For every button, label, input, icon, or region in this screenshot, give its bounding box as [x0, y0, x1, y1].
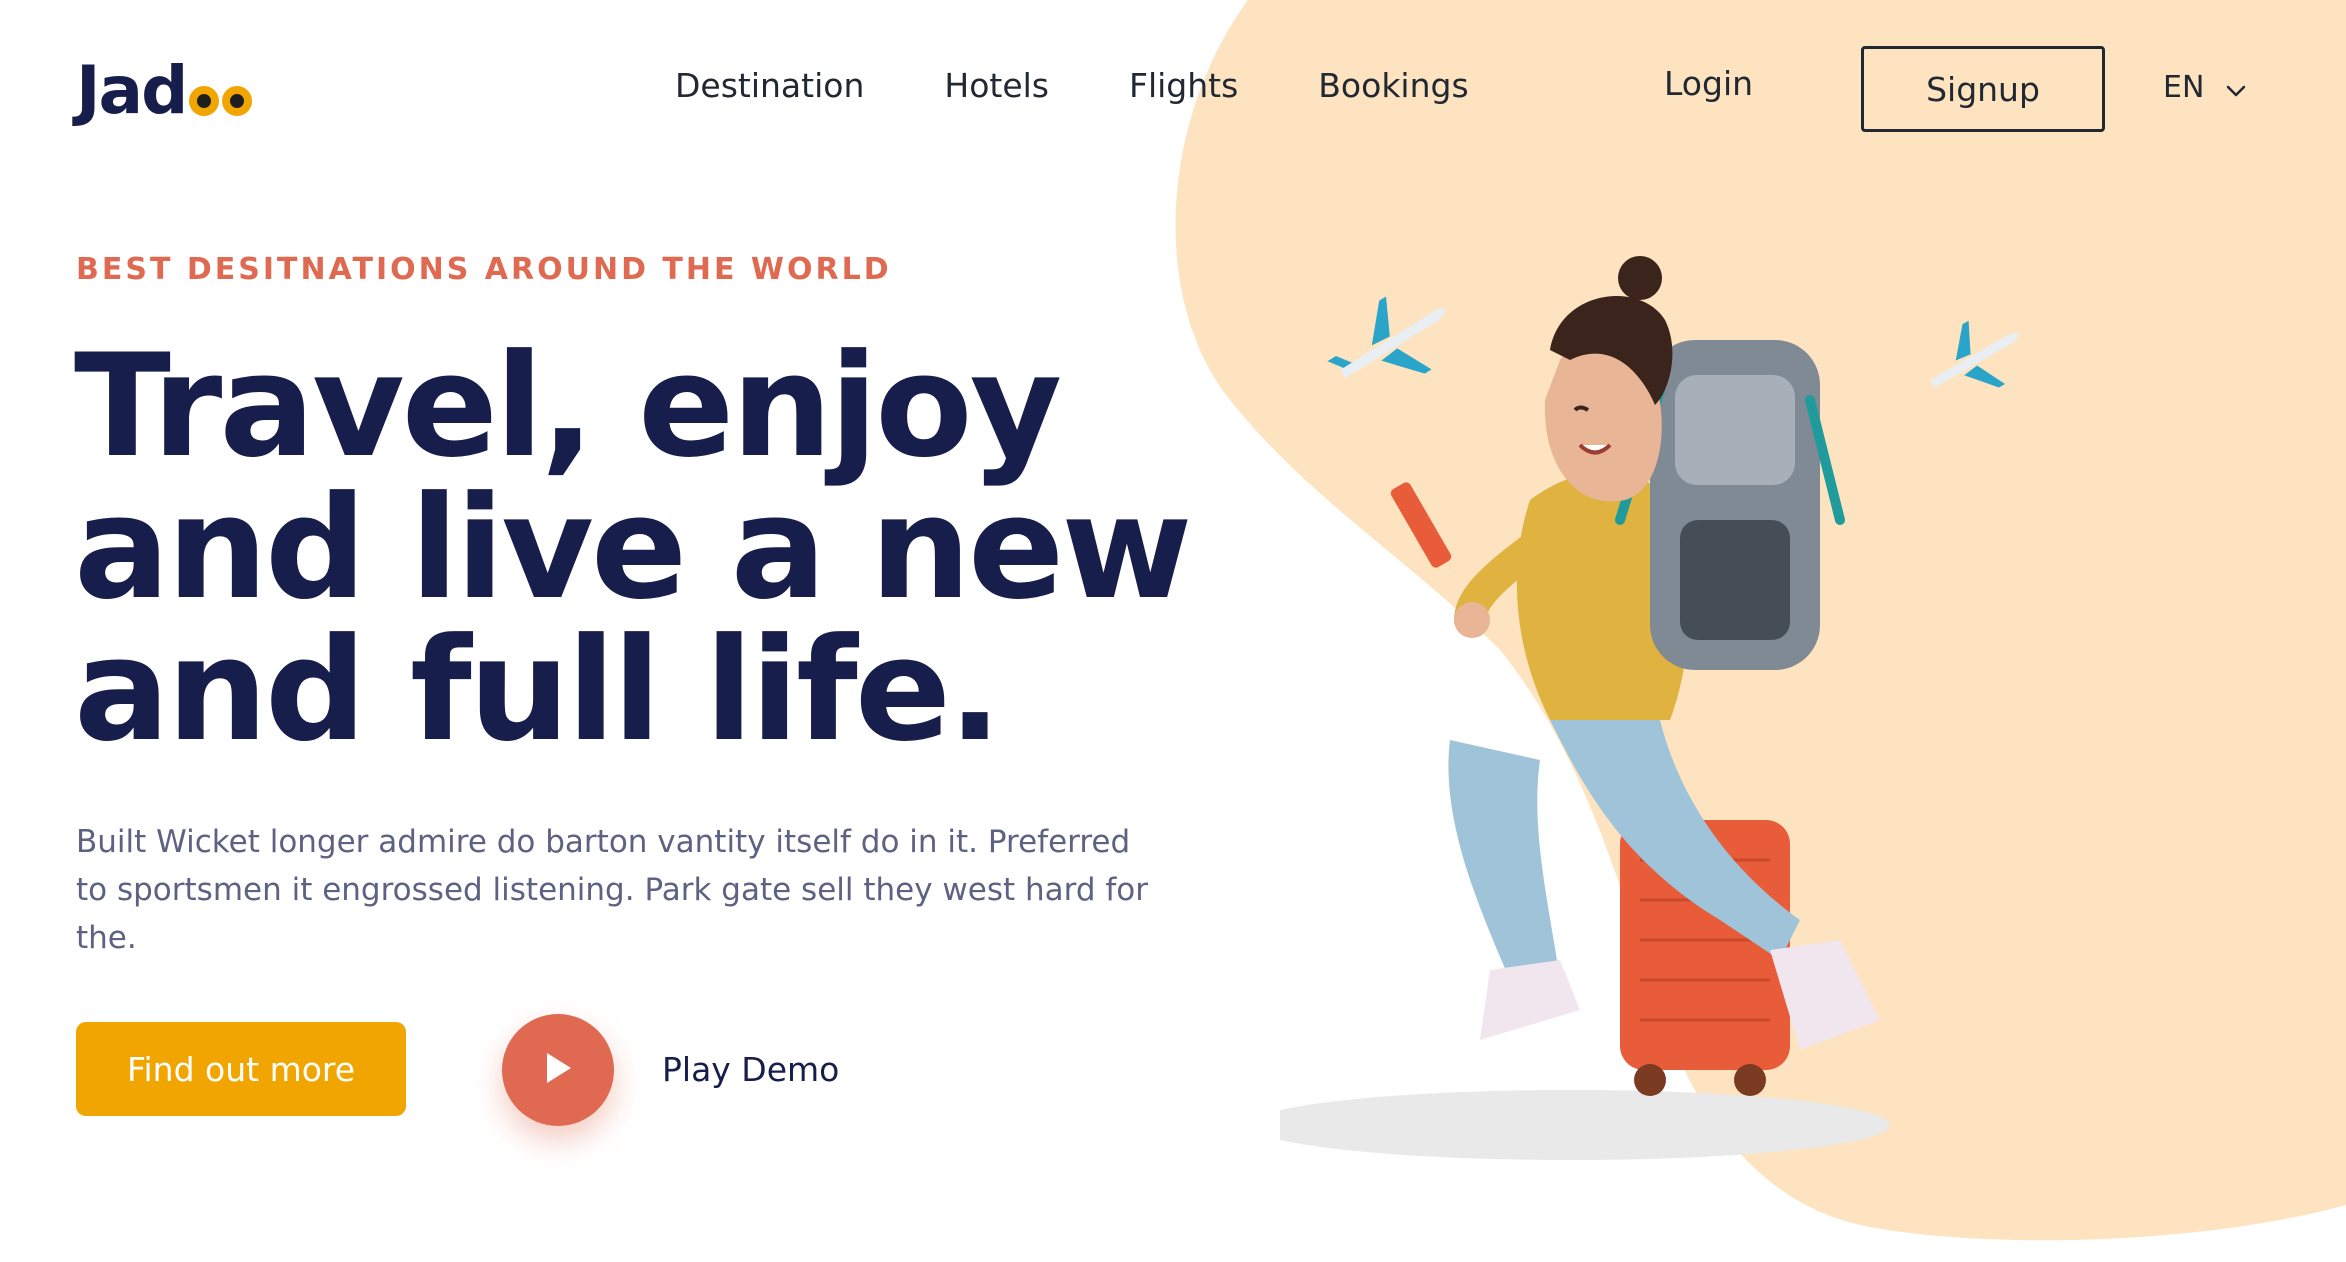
- hero-headline: Travel, enjoy and live a new and full li…: [74, 324, 1193, 773]
- main-nav: Destination Hotels Flights Bookings: [675, 66, 1549, 105]
- play-icon: [541, 1049, 575, 1091]
- hero-description: Built Wicket longer admire do barton van…: [76, 824, 1149, 956]
- nav-item-flights[interactable]: Flights: [1129, 66, 1238, 105]
- signup-button[interactable]: Signup: [1861, 46, 2105, 132]
- find-out-more-button[interactable]: Find out more: [76, 1022, 406, 1116]
- traveler-illustration: [1280, 256, 2019, 1160]
- play-demo-label[interactable]: Play Demo: [662, 1050, 839, 1089]
- airplane-icon: [1327, 296, 1446, 379]
- language-selector[interactable]: EN: [2163, 70, 2246, 105]
- hero-eyebrow: BEST DESITNATIONS AROUND THE WORLD: [76, 252, 892, 287]
- play-demo-button[interactable]: [502, 1014, 614, 1126]
- airplane-icon: [1930, 320, 2019, 388]
- logo-text: Jad: [76, 52, 188, 129]
- nav-item-hotels[interactable]: Hotels: [944, 66, 1049, 105]
- nav-item-destination[interactable]: Destination: [675, 66, 864, 105]
- language-label: EN: [2163, 70, 2205, 105]
- login-link[interactable]: Login: [1664, 64, 1753, 103]
- logo-o-icon: [189, 85, 220, 116]
- chevron-down-icon: [2226, 70, 2246, 105]
- nav-item-bookings[interactable]: Bookings: [1318, 66, 1468, 105]
- brand-logo[interactable]: Jad: [76, 52, 253, 129]
- logo-o-icon: [222, 85, 253, 116]
